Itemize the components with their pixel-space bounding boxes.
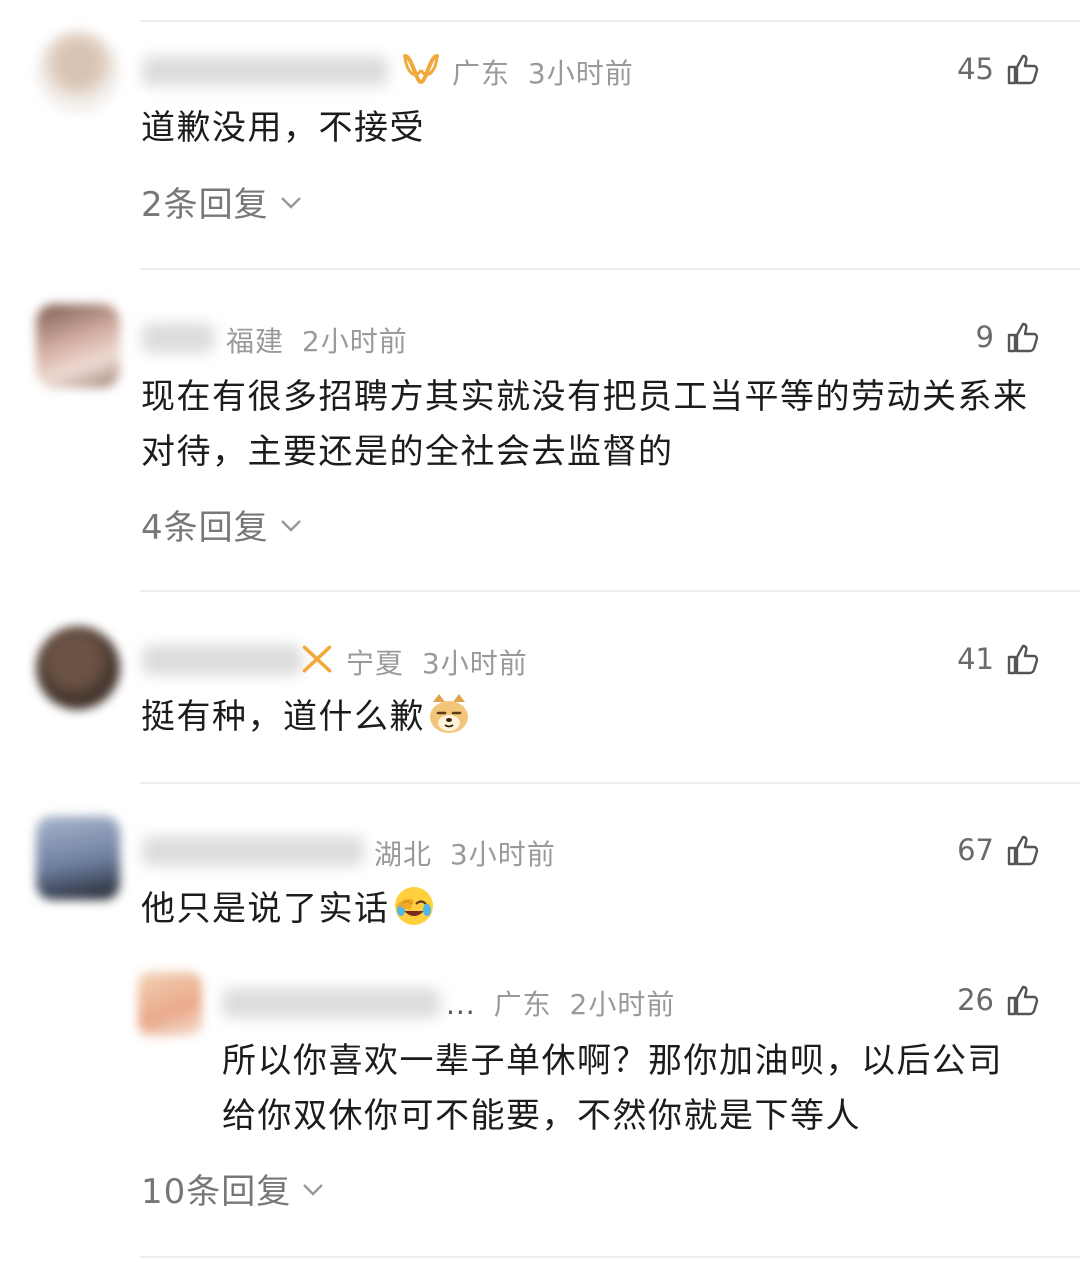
like-count: 9: [975, 320, 994, 354]
chevron-down-icon: [280, 196, 301, 209]
username[interactable]: [142, 836, 364, 866]
divider: [140, 20, 1080, 22]
username-ellipsis: ...: [446, 988, 476, 1021]
like-button[interactable]: 41: [957, 642, 1040, 676]
comment-text-body: 挺有种，道什么歉: [141, 697, 425, 737]
vip-badge-icon: [302, 645, 332, 673]
comment-text: 他只是说了实话: [141, 882, 1040, 937]
location-time: 宁夏 3小时前: [346, 642, 528, 682]
like-button[interactable]: 67: [957, 833, 1040, 867]
vip-badge-icon: [403, 54, 439, 85]
username[interactable]: [142, 56, 388, 86]
comment-text-body: 他只是说了实话: [141, 889, 390, 929]
thumbs-up-icon: [1007, 985, 1039, 1016]
location: 宁夏: [346, 647, 405, 680]
divider: [140, 268, 1080, 270]
divider: [140, 590, 1080, 592]
replies-label: 2条回复: [141, 185, 269, 225]
location: 广东: [493, 988, 552, 1021]
avatar[interactable]: [138, 972, 202, 1036]
thumbs-up-icon: [1007, 322, 1039, 353]
view-replies-button[interactable]: 4条回复: [141, 500, 303, 549]
avatar[interactable]: [36, 30, 120, 114]
like-button[interactable]: 26: [957, 983, 1040, 1017]
facepalm-laugh-emoji-icon: [394, 887, 433, 925]
view-replies-button[interactable]: 2条回复: [141, 177, 303, 226]
chevron-down-icon: [303, 1183, 324, 1196]
comment-text: 挺有种，道什么歉: [141, 690, 1040, 745]
thumbs-up-icon: [1007, 835, 1039, 866]
location-time: 福建 2小时前: [226, 320, 408, 360]
location: 广东: [452, 57, 511, 90]
like-count: 26: [957, 983, 994, 1017]
location: 福建: [226, 325, 285, 358]
timestamp: 2小时前: [569, 988, 676, 1021]
doge-emoji-icon: [430, 694, 468, 733]
like-count: 41: [957, 642, 994, 676]
location: 湖北: [374, 838, 433, 871]
like-button[interactable]: 45: [957, 52, 1040, 86]
avatar[interactable]: [36, 304, 120, 388]
timestamp: 3小时前: [421, 647, 528, 680]
replies-label: 10条回复: [141, 1172, 292, 1212]
username[interactable]: [142, 645, 302, 675]
username[interactable]: [142, 323, 214, 353]
like-button[interactable]: 9: [976, 320, 1040, 354]
reply-location-time: ... 广东 2小时前: [446, 983, 675, 1023]
timestamp: 2小时前: [301, 325, 408, 358]
timestamp: 3小时前: [527, 57, 634, 90]
timestamp: 3小时前: [449, 838, 556, 871]
comment-text: 现在有很多招聘方其实就没有把员工当平等的劳动关系来对待，主要还是的全社会去监督的: [141, 377, 1029, 472]
thumbs-up-icon: [1007, 644, 1039, 675]
reply-text: 所以你喜欢一辈子单休啊？那你加油呗，以后公司给你双休你可不能要，不然你就是下等人: [222, 1041, 1003, 1136]
thumbs-up-icon: [1007, 54, 1039, 85]
replies-label: 4条回复: [141, 508, 269, 548]
divider: [140, 782, 1080, 784]
location-time: 湖北 3小时前: [374, 833, 556, 873]
location-time: 广东 3小时前: [452, 52, 634, 92]
avatar[interactable]: [36, 816, 120, 900]
divider: [140, 1256, 1080, 1258]
comment-text: 道歉没用，不接受: [141, 108, 425, 148]
chevron-down-icon: [280, 519, 301, 532]
username[interactable]: [222, 988, 440, 1018]
like-count: 45: [957, 52, 994, 86]
avatar[interactable]: [36, 626, 120, 710]
like-count: 67: [957, 833, 994, 867]
view-replies-button[interactable]: 10条回复: [141, 1164, 325, 1213]
